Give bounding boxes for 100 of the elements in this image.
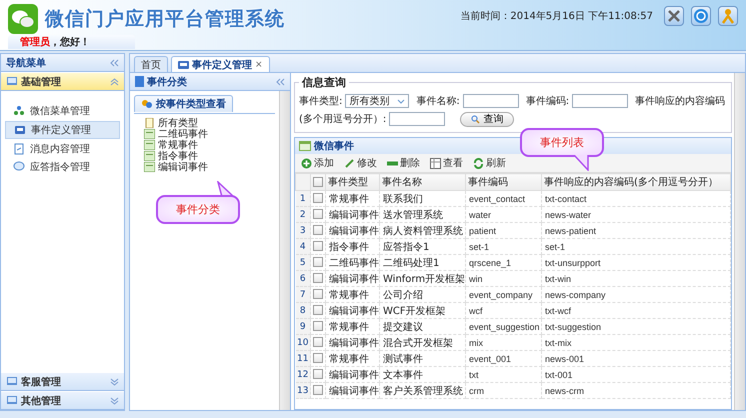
row-checkbox[interactable] bbox=[313, 305, 323, 316]
toolbar-button[interactable]: 删除 bbox=[383, 156, 424, 170]
table-cell: win bbox=[466, 270, 542, 286]
row-checkbox[interactable] bbox=[313, 225, 323, 236]
input-field[interactable] bbox=[462, 94, 519, 108]
toolbar-button[interactable]: 添加 bbox=[297, 156, 338, 170]
settings-button[interactable] bbox=[664, 6, 684, 26]
toolbar-button[interactable]: 查看 bbox=[426, 156, 467, 170]
collapse-icon[interactable] bbox=[110, 78, 119, 86]
row-number: 8 bbox=[296, 302, 310, 318]
tree-item[interactable]: 编辑词事件 bbox=[144, 162, 275, 172]
table-cell: 联系我们 bbox=[380, 190, 466, 206]
window-icon bbox=[6, 376, 18, 387]
field-label: (多个用逗号分开）: bbox=[299, 112, 386, 126]
field-label: 事件编码: bbox=[526, 94, 570, 108]
tree-item[interactable]: 二维码事件 bbox=[144, 128, 275, 140]
row-checkbox[interactable] bbox=[313, 193, 323, 204]
table-cell: 公司介绍 bbox=[380, 286, 466, 302]
table-icon bbox=[144, 129, 155, 139]
table-cell: water bbox=[466, 206, 542, 222]
scrollbar[interactable] bbox=[279, 91, 290, 410]
row-checkbox[interactable] bbox=[313, 369, 323, 380]
tree-item[interactable]: 指令事件 bbox=[144, 150, 275, 162]
nav-section-header[interactable]: 客服管理 bbox=[1, 372, 124, 391]
help-button[interactable] bbox=[691, 6, 711, 26]
column-header[interactable]: 事件名称 bbox=[380, 174, 466, 190]
user-button[interactable] bbox=[718, 6, 738, 26]
toolbar-button[interactable]: 刷新 bbox=[469, 156, 510, 170]
table-cell: txt-wcf bbox=[542, 302, 730, 318]
nav-section-header[interactable]: 基础管理 bbox=[1, 72, 124, 91]
expand-icon[interactable] bbox=[110, 378, 119, 386]
row-number: 13 bbox=[296, 382, 310, 398]
table-cell: txt-contact bbox=[542, 190, 730, 206]
table-cell: 二维码事件 bbox=[326, 254, 380, 270]
select-all-checkbox[interactable] bbox=[313, 176, 323, 187]
caret-icon bbox=[397, 98, 406, 104]
table-cell: 编辑词事件 bbox=[326, 366, 380, 382]
type-select[interactable]: 所有类别 bbox=[345, 94, 410, 108]
row-checkbox[interactable] bbox=[313, 273, 323, 284]
nav-item[interactable]: 微信菜单管理 bbox=[5, 103, 120, 119]
column-header[interactable]: 事件响应的内容编码(多个用逗号分开） bbox=[542, 174, 730, 190]
row-checkbox[interactable] bbox=[313, 337, 323, 348]
expand-icon[interactable] bbox=[110, 396, 119, 404]
table-cell: event_001 bbox=[466, 350, 542, 366]
row-number: 5 bbox=[296, 254, 310, 270]
table-cell: 混合式开发框架 bbox=[380, 334, 466, 350]
column-header[interactable]: 事件编码 bbox=[466, 174, 542, 190]
row-checkbox[interactable] bbox=[313, 241, 323, 252]
row-number: 9 bbox=[296, 318, 310, 334]
query-legend: 信息查询 bbox=[299, 75, 349, 90]
chat-bubbles-icon bbox=[8, 4, 38, 34]
category-tab[interactable]: 按事件类型查看 bbox=[134, 95, 233, 112]
row-checkbox[interactable] bbox=[313, 321, 323, 332]
table-cell: txt-win bbox=[542, 270, 730, 286]
book-icon bbox=[135, 76, 144, 87]
input-field[interactable] bbox=[389, 112, 446, 126]
collapse-icon[interactable] bbox=[110, 58, 119, 66]
row-checkbox[interactable] bbox=[313, 289, 323, 300]
row-checkbox[interactable] bbox=[313, 385, 323, 396]
people-icon bbox=[141, 98, 153, 110]
pencil-icon bbox=[344, 158, 355, 168]
field-label: 事件名称: bbox=[416, 94, 460, 108]
grid-title: 微信事件 bbox=[314, 140, 354, 153]
nav-section-header[interactable]: 其他管理 bbox=[1, 391, 124, 410]
nav-item[interactable]: 事件定义管理 bbox=[5, 121, 120, 139]
table-cell: 常规事件 bbox=[326, 286, 380, 302]
table-cell: 应答指令1 bbox=[380, 238, 466, 254]
table-cell: 文本事件 bbox=[380, 366, 466, 382]
column-header[interactable]: 事件类型 bbox=[326, 174, 380, 190]
tree-item[interactable]: 所有类型 bbox=[144, 118, 275, 128]
grid-icon bbox=[430, 158, 441, 168]
table-cell: mix bbox=[466, 334, 542, 350]
nav-item[interactable]: 消息内容管理 bbox=[5, 141, 120, 157]
refresh-icon bbox=[473, 158, 484, 168]
nav-item[interactable]: 应答指令管理 bbox=[5, 159, 120, 175]
row-number: 11 bbox=[296, 350, 310, 366]
row-checkbox[interactable] bbox=[313, 257, 323, 268]
table-cell: 测试事件 bbox=[380, 350, 466, 366]
table-cell: 编辑词事件 bbox=[326, 382, 380, 398]
row-number: 6 bbox=[296, 270, 310, 286]
table-cell: event_company bbox=[466, 286, 542, 302]
tree-item[interactable]: 常规事件 bbox=[144, 140, 275, 150]
table-cell: txt bbox=[466, 366, 542, 382]
table-cell: set-1 bbox=[542, 238, 730, 254]
callout-pointer bbox=[572, 155, 592, 171]
search-button[interactable]: 查询 bbox=[460, 112, 514, 126]
people-icon bbox=[13, 105, 25, 117]
tab[interactable]: 事件定义管理 × bbox=[171, 56, 270, 72]
toolbar-button[interactable]: 修改 bbox=[340, 156, 381, 170]
collapse-icon[interactable] bbox=[276, 78, 285, 86]
input-field[interactable] bbox=[572, 94, 628, 108]
row-checkbox[interactable] bbox=[313, 353, 323, 364]
tab[interactable]: 首页 bbox=[134, 56, 168, 72]
table-cell: qrscene_1 bbox=[466, 254, 542, 270]
table-icon bbox=[144, 151, 155, 161]
window-icon bbox=[6, 395, 18, 406]
table-cell: 常规事件 bbox=[326, 318, 380, 334]
speech-bubble-icon bbox=[13, 161, 25, 173]
row-checkbox[interactable] bbox=[313, 209, 323, 220]
scrollbar[interactable] bbox=[734, 73, 745, 410]
